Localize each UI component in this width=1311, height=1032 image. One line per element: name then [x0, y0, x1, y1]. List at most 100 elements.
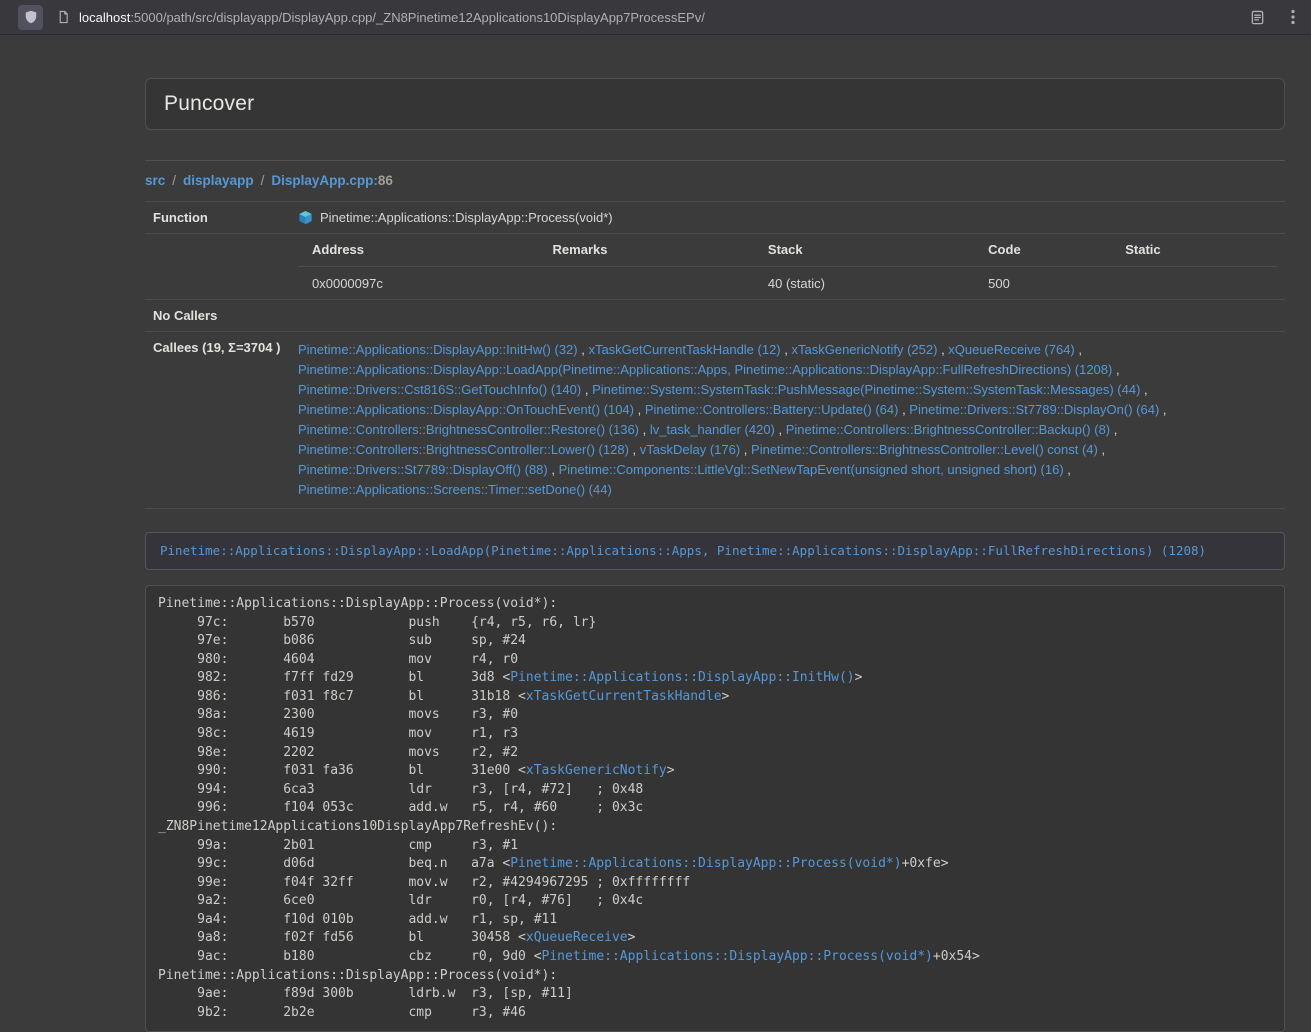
function-table: Function Pinetime::Applications::Display…	[145, 201, 1285, 509]
source-line-link[interactable]: Pinetime::Applications::DisplayApp::Load…	[160, 543, 1206, 558]
page-icon	[57, 10, 70, 24]
callee-separator: ,	[1140, 382, 1147, 397]
code-text: 994: 6ca3 ldr r3, [r4, #72] ; 0x48	[158, 782, 643, 797]
code-text: 99c: d06d beq.n a7a <	[158, 856, 510, 871]
callee-link[interactable]: vTaskDelay (176)	[640, 442, 740, 457]
callee-link[interactable]: xTaskGenericNotify (252)	[792, 342, 938, 357]
tracking-protection-button[interactable]	[18, 5, 43, 30]
stats-value-row: 0x0000097c 40 (static) 500	[298, 266, 1277, 291]
code-text: 9ac: b180 cbz r0, 9d0 <	[158, 949, 542, 964]
breadcrumb-line-number: 86	[378, 173, 393, 188]
url-bar[interactable]: localhost:5000/path/src/displayapp/Displ…	[49, 3, 1238, 31]
menu-button[interactable]	[1285, 5, 1301, 29]
callee-separator: ,	[1075, 342, 1082, 357]
code-symbol-link[interactable]: xQueueReceive	[526, 930, 628, 945]
code-text: 990: f031 fa36 bl 31e00 <	[158, 763, 526, 778]
callee-link[interactable]: Pinetime::Applications::Screens::Timer::…	[298, 482, 612, 497]
callee-separator: ,	[548, 462, 559, 477]
code-text: 982: f7ff fd29 bl 3d8 <	[158, 670, 510, 685]
code-size-value: 500	[988, 276, 1125, 291]
callee-link[interactable]: Pinetime::Components::LittleVgl::SetNewT…	[559, 462, 1064, 477]
breadcrumb: src/displayapp/DisplayApp.cpp:86	[145, 173, 1285, 188]
callee-link[interactable]: Pinetime::Applications::DisplayApp::Init…	[298, 342, 578, 357]
shield-icon	[24, 9, 38, 25]
divider	[145, 160, 1285, 161]
page-title: Puncover	[164, 92, 1266, 116]
callee-separator: ,	[1112, 362, 1119, 377]
breadcrumb-link-src[interactable]: src	[145, 173, 165, 188]
code-text: 98a: 2300 movs r3, #0	[158, 707, 518, 722]
code-text: _ZN8Pinetime12Applications10DisplayApp7R…	[158, 819, 557, 834]
no-callers-row: No Callers	[145, 299, 1285, 331]
app-header: Puncover	[145, 78, 1285, 130]
callees-list: Pinetime::Applications::DisplayApp::Init…	[290, 332, 1285, 508]
code-text: 98e: 2202 movs r2, #2	[158, 745, 518, 760]
code-symbol-link[interactable]: xTaskGetCurrentTaskHandle	[526, 689, 722, 704]
function-row: Function Pinetime::Applications::Display…	[145, 201, 1285, 233]
callee-link[interactable]: Pinetime::Controllers::BrightnessControl…	[751, 442, 1098, 457]
code-text: >	[667, 763, 675, 778]
callee-separator: ,	[937, 342, 948, 357]
code-symbol-link[interactable]: Pinetime::Applications::DisplayApp::Proc…	[510, 856, 901, 871]
callee-link[interactable]: Pinetime::Applications::DisplayApp::Load…	[298, 362, 1112, 377]
code-text: 97e: b086 sub sp, #24	[158, 633, 526, 648]
callee-link[interactable]: Pinetime::Controllers::BrightnessControl…	[298, 422, 639, 437]
code-text: 996: f104 053c add.w r5, r4, #60 ; 0x3c	[158, 800, 643, 815]
stack-value: 40 (static)	[768, 276, 988, 291]
callee-link[interactable]: Pinetime::Drivers::Cst816S::GetTouchInfo…	[298, 382, 581, 397]
code-symbol-link[interactable]: Pinetime::Applications::DisplayApp::Proc…	[542, 949, 933, 964]
callee-link[interactable]: Pinetime::Controllers::BrightnessControl…	[786, 422, 1110, 437]
callee-separator: ,	[898, 402, 909, 417]
callee-link[interactable]: lv_task_handler (420)	[650, 422, 775, 437]
code-text: Pinetime::Applications::DisplayApp::Proc…	[158, 968, 557, 983]
callee-separator: ,	[1064, 462, 1071, 477]
code-text: >	[722, 689, 730, 704]
code-text: 986: f031 f8c7 bl 31b18 <	[158, 689, 526, 704]
callees-row: Callees (19, Σ=3704 ) Pinetime::Applicat…	[145, 331, 1285, 508]
disassembly: Pinetime::Applications::DisplayApp::Proc…	[145, 585, 1285, 1032]
callee-link[interactable]: Pinetime::System::SystemTask::PushMessag…	[592, 382, 1140, 397]
code-symbol-link[interactable]: xTaskGenericNotify	[526, 763, 667, 778]
reader-view-icon	[1250, 10, 1265, 25]
callee-link[interactable]: xTaskGetCurrentTaskHandle (12)	[588, 342, 780, 357]
code-symbol-link[interactable]: Pinetime::Applications::DisplayApp::Init…	[510, 670, 854, 685]
callee-link[interactable]: Pinetime::Controllers::BrightnessControl…	[298, 442, 629, 457]
callee-separator: ,	[578, 342, 589, 357]
code-text: 9ae: f89d 300b ldrb.w r3, [sp, #11]	[158, 986, 573, 1001]
stats-row: Address Remarks Stack Code Static 0x0000…	[145, 233, 1285, 299]
col-header-static: Static	[1125, 242, 1277, 257]
callee-link[interactable]: Pinetime::Controllers::Battery::Update()…	[645, 402, 899, 417]
callee-separator: ,	[581, 382, 592, 397]
breadcrumb-link-displayapp[interactable]: displayapp	[183, 173, 254, 188]
remarks-value	[553, 276, 768, 291]
breadcrumb-link-file[interactable]: DisplayApp.cpp:	[271, 173, 378, 188]
function-label: Function	[145, 202, 290, 233]
callee-separator: ,	[639, 422, 650, 437]
code-text: 9a8: f02f fd56 bl 30458 <	[158, 930, 526, 945]
browser-toolbar: localhost:5000/path/src/displayapp/Displ…	[0, 0, 1311, 35]
callee-link[interactable]: Pinetime::Drivers::St7789::DisplayOn() (…	[909, 402, 1159, 417]
static-value	[1125, 276, 1277, 291]
callee-link[interactable]: Pinetime::Drivers::St7789::DisplayOff() …	[298, 462, 548, 477]
code-text: 99e: f04f 32ff mov.w r2, #4294967295 ; 0…	[158, 875, 690, 890]
code-text: 97c: b570 push {r4, r5, r6, lr}	[158, 615, 596, 630]
code-text: +0xfe>	[902, 856, 949, 871]
callee-separator: ,	[781, 342, 792, 357]
callee-link[interactable]: xQueueReceive (764)	[948, 342, 1074, 357]
code-text: 980: 4604 mov r4, r0	[158, 652, 518, 667]
col-header-address: Address	[298, 242, 553, 257]
callee-separator: ,	[740, 442, 751, 457]
url-text: localhost:5000/path/src/displayapp/Displ…	[79, 10, 705, 25]
callee-link[interactable]: Pinetime::Applications::DisplayApp::OnTo…	[298, 402, 634, 417]
stats-header-row: Address Remarks Stack Code Static	[298, 242, 1277, 266]
function-icon	[298, 210, 313, 225]
reader-view-button[interactable]	[1244, 6, 1271, 29]
spacer-cell	[145, 234, 290, 299]
callee-separator: ,	[634, 402, 645, 417]
col-header-code: Code	[988, 242, 1125, 257]
code-text: 98c: 4619 mov r1, r3	[158, 726, 518, 741]
url-host: localhost	[79, 10, 130, 25]
code-text: 9a4: f10d 010b add.w r1, sp, #11	[158, 912, 557, 927]
callee-separator: ,	[1159, 402, 1166, 417]
code-text: 9a2: 6ce0 ldr r0, [r4, #76] ; 0x4c	[158, 893, 643, 908]
